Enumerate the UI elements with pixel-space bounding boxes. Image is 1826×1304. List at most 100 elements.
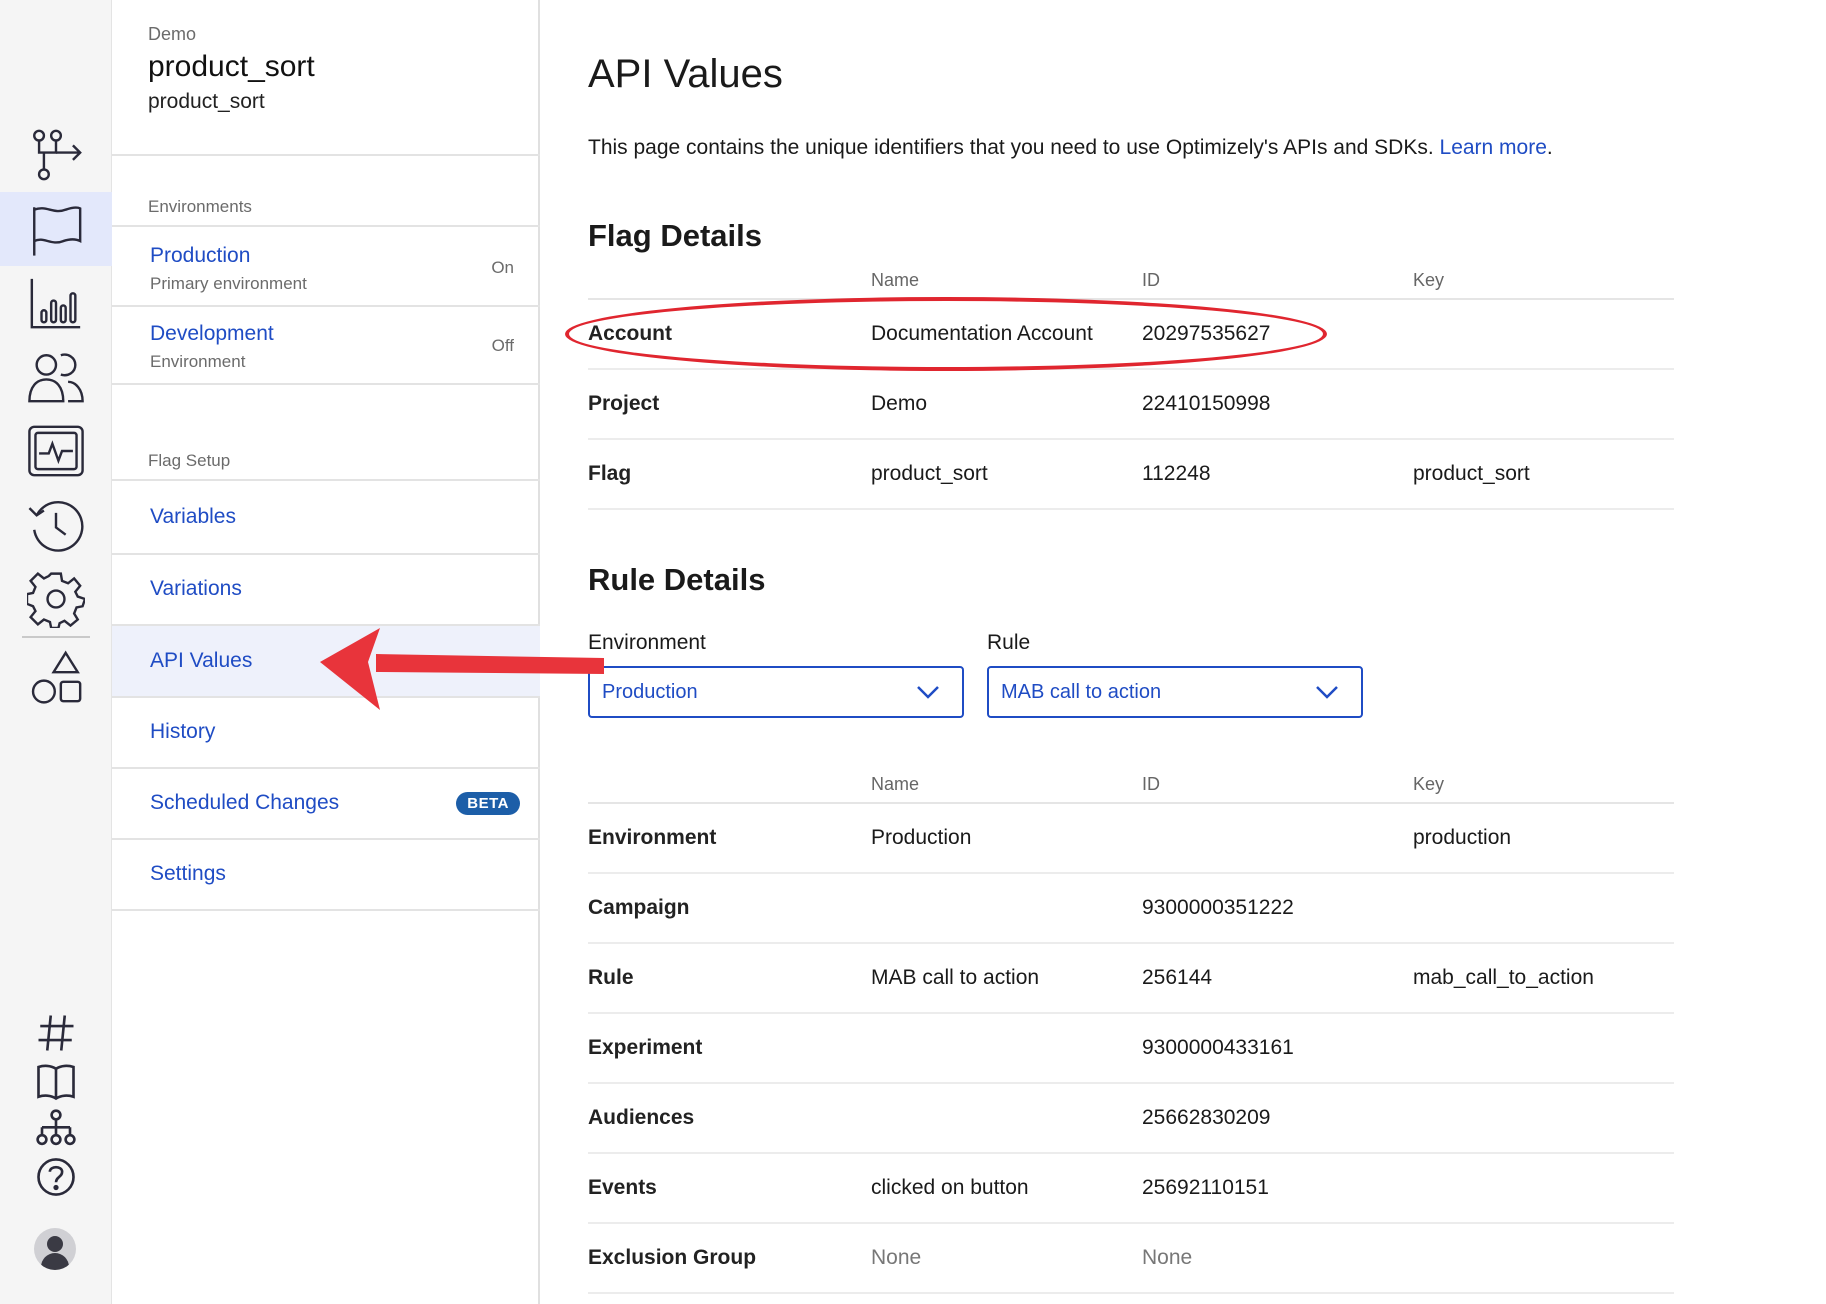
row-label: Campaign xyxy=(588,896,690,919)
row-key[interactable]: mab_call_to_action xyxy=(1413,966,1594,990)
shapes-icon[interactable] xyxy=(0,640,112,714)
page-title: API Values xyxy=(588,52,783,96)
table-row-campaign: Campaign 9300000351222 xyxy=(588,874,1674,944)
column-header-id: ID xyxy=(1142,774,1160,794)
divider xyxy=(112,154,540,156)
flag-details-heading: Flag Details xyxy=(588,218,762,253)
row-id[interactable]: 25662830209 xyxy=(1142,1106,1270,1130)
environment-name: Development xyxy=(150,322,274,345)
table-row-project: Project Demo 22410150998 xyxy=(588,370,1674,440)
chevron-down-icon xyxy=(917,686,939,699)
sidebar-item-settings[interactable]: Settings xyxy=(112,839,540,909)
environment-subtitle: Environment xyxy=(150,352,246,371)
table-row-environment: Environment Production production xyxy=(588,804,1674,874)
column-header-id: ID xyxy=(1142,270,1160,290)
column-header-key: Key xyxy=(1413,270,1445,290)
project-label[interactable]: Demo xyxy=(148,24,196,45)
divider xyxy=(112,383,540,385)
row-label: Audiences xyxy=(588,1106,695,1129)
beta-badge: BETA xyxy=(456,792,520,815)
history-icon[interactable] xyxy=(0,488,112,562)
users-icon[interactable] xyxy=(0,340,112,414)
sidebar-item-label: Variables xyxy=(150,505,236,528)
environment-select[interactable]: Production xyxy=(588,666,964,718)
row-label: Environment xyxy=(588,826,717,849)
highlight-oval xyxy=(565,297,1327,371)
environments-label: Environments xyxy=(148,197,252,216)
environment-development[interactable]: Development Environment Off xyxy=(112,306,540,382)
help-icon[interactable] xyxy=(0,1140,112,1214)
app: Demo product_sort product_sort Environme… xyxy=(0,0,1826,1304)
divider xyxy=(112,479,540,481)
environment-state: Off xyxy=(491,336,514,355)
column-header-name: Name xyxy=(871,270,920,290)
sidebar-item-variables[interactable]: Variables xyxy=(112,482,540,552)
rule-details-heading: Rule Details xyxy=(588,562,766,597)
sidebar-item-scheduled-changes[interactable]: Scheduled Changes BETA xyxy=(112,768,540,838)
table-row-rule: Rule MAB call to action 256144 mab_call_… xyxy=(588,944,1674,1014)
table-row-experiment: Experiment 9300000433161 xyxy=(588,1014,1674,1084)
chevron-down-icon xyxy=(1316,686,1338,699)
table-row-flag: Flag product_sort 112248 product_sort xyxy=(588,440,1674,510)
table-header: Name ID Key xyxy=(588,766,1674,804)
intro-body: This page contains the unique identifier… xyxy=(588,136,1434,159)
intro-end: . xyxy=(1546,136,1553,159)
row-id[interactable]: 9300000433161 xyxy=(1142,1036,1294,1060)
sidebar-item-label: API Values xyxy=(150,649,253,672)
rule-select-label: Rule xyxy=(987,631,1031,654)
row-name: Demo xyxy=(871,392,928,415)
row-label: Flag xyxy=(588,462,632,485)
row-name: product_sort xyxy=(871,462,988,485)
rail-divider xyxy=(22,636,90,638)
row-id[interactable]: 25692110151 xyxy=(1142,1176,1269,1200)
flow-icon[interactable] xyxy=(0,118,112,192)
row-label: Experiment xyxy=(588,1036,703,1059)
row-label: Events xyxy=(588,1176,657,1199)
sidebar-item-label: Variations xyxy=(150,577,242,600)
rule-details-table: Name ID Key Environment Production produ… xyxy=(588,766,1674,1294)
row-name: clicked on button xyxy=(871,1176,1029,1199)
main-content: API Values This page contains the unique… xyxy=(542,0,1826,1304)
sidebar-item-label: Scheduled Changes xyxy=(150,791,340,814)
row-name: Production xyxy=(871,826,972,849)
flag-details-table: Name ID Key Account Documentation Accoun… xyxy=(588,262,1674,510)
annotation-arrow xyxy=(320,628,604,710)
environment-state: On xyxy=(491,258,514,277)
avatar-head xyxy=(47,1236,63,1252)
flag-setup-label: Flag Setup xyxy=(148,451,231,470)
row-key[interactable]: product_sort xyxy=(1413,462,1530,486)
environment-subtitle: Primary environment xyxy=(150,274,307,293)
intro-text: This page contains the unique identifier… xyxy=(588,136,1553,160)
row-label: Rule xyxy=(588,966,634,989)
row-id[interactable]: 22410150998 xyxy=(1142,392,1270,416)
bar-chart-icon[interactable] xyxy=(0,266,112,340)
learn-more-link[interactable]: Learn more xyxy=(1440,136,1547,159)
row-id[interactable]: 112248 xyxy=(1142,462,1211,486)
flag-key: product_sort xyxy=(148,90,265,113)
row-label: Project xyxy=(588,392,660,415)
row-id[interactable]: 9300000351222 xyxy=(1142,896,1294,920)
monitor-pulse-icon[interactable] xyxy=(0,414,112,488)
row-key[interactable]: production xyxy=(1413,826,1511,850)
gear-icon[interactable] xyxy=(0,562,112,636)
column-header-name: Name xyxy=(871,774,920,794)
icon-rail xyxy=(0,0,112,1304)
row-id[interactable]: 256144 xyxy=(1142,966,1212,990)
rule-select-value: MAB call to action xyxy=(1001,680,1162,703)
row-id: None xyxy=(1142,1246,1193,1269)
environment-select-value: Production xyxy=(602,680,698,703)
sidebar-item-label: History xyxy=(150,720,216,743)
flag-icon[interactable] xyxy=(0,192,112,266)
rule-select[interactable]: MAB call to action xyxy=(987,666,1363,718)
avatar[interactable] xyxy=(34,1228,76,1270)
avatar-body xyxy=(41,1253,69,1270)
table-row-exclusion-group: Exclusion Group None None xyxy=(588,1224,1674,1294)
environment-name: Production xyxy=(150,244,251,267)
environment-production[interactable]: Production Primary environment On xyxy=(112,228,540,304)
flag-name: product_sort xyxy=(148,50,315,83)
divider xyxy=(112,225,540,227)
row-name: None xyxy=(871,1246,922,1269)
table-row-events: Events clicked on button 25692110151 xyxy=(588,1154,1674,1224)
sidebar-item-variations[interactable]: Variations xyxy=(112,554,540,624)
environment-select-label: Environment xyxy=(588,631,706,654)
